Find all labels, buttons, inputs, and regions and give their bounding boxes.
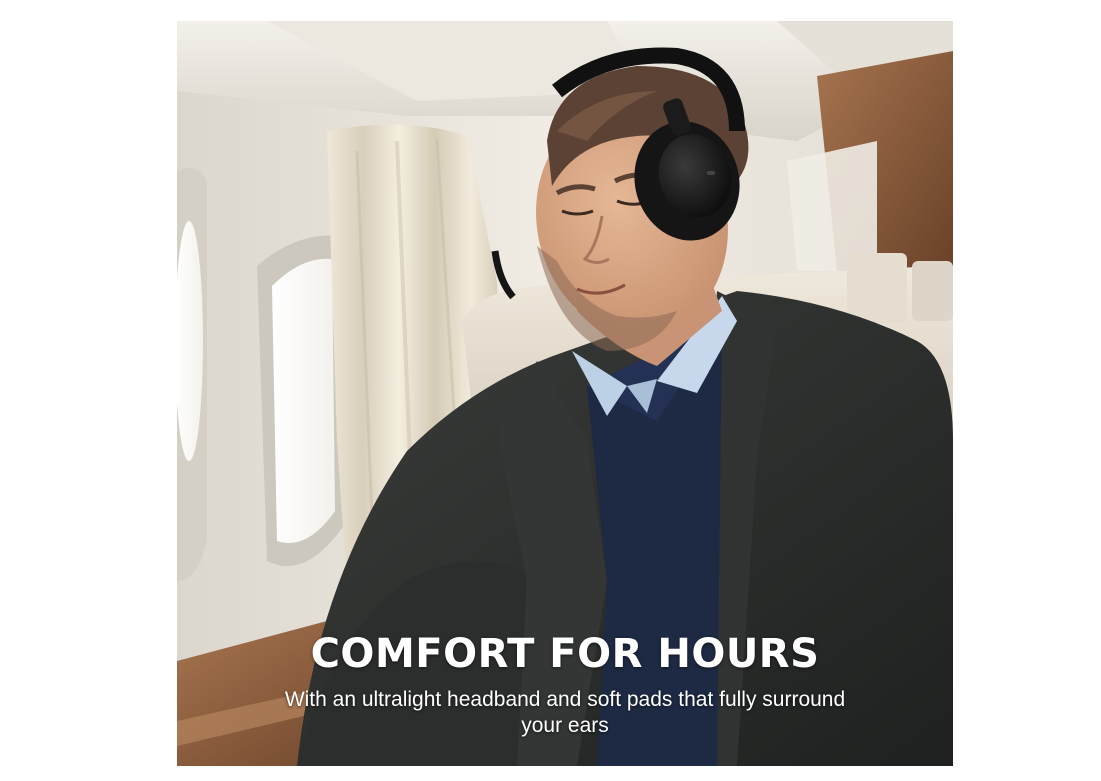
ad-subline: With an ultralight headband and soft pad… bbox=[284, 688, 846, 737]
page: COMFORT FOR HOURS With an ultralight hea… bbox=[0, 0, 1101, 781]
product-photo: COMFORT FOR HOURS With an ultralight hea… bbox=[177, 21, 953, 766]
ad-headline: COMFORT FOR HOURS bbox=[310, 631, 820, 677]
